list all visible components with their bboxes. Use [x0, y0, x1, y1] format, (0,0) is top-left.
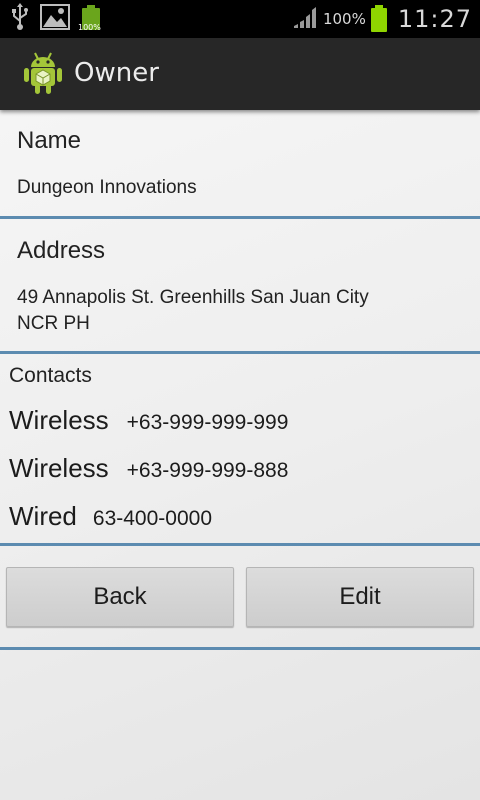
back-button[interactable]: Back — [6, 567, 234, 627]
name-heading: Name — [17, 127, 82, 154]
notification-icons: 100% — [10, 3, 102, 35]
contact-number[interactable]: 63-400-0000 — [93, 507, 212, 531]
battery-icon — [370, 4, 387, 34]
signal-bars-icon — [292, 4, 318, 34]
contact-number[interactable]: +63-999-999-999 — [127, 411, 289, 435]
address-value: 49 Annapolis St. Greenhills San Juan Cit… — [17, 285, 369, 337]
contact-row: Wireless +63-999-999-888 — [9, 453, 288, 484]
contact-type: Wireless — [9, 453, 109, 483]
battery-notification-icon: 100% — [78, 5, 102, 33]
usb-icon — [10, 3, 30, 35]
system-icons: 100% 11:27 — [292, 2, 472, 36]
clock: 11:27 — [397, 5, 472, 33]
contact-type: Wired — [9, 501, 77, 531]
battery-percent: 100% — [322, 10, 366, 28]
contact-type: Wireless — [9, 405, 109, 435]
contact-number[interactable]: +63-999-999-888 — [127, 459, 289, 483]
page-title: Owner — [74, 58, 159, 88]
image-icon — [40, 4, 70, 34]
small-battery-text: 100% — [78, 23, 101, 32]
android-robot-icon[interactable] — [22, 50, 64, 96]
divider — [0, 647, 480, 650]
name-value: Dungeon Innovations — [17, 177, 197, 198]
address-heading: Address — [17, 237, 106, 264]
action-bar: Owner — [0, 38, 480, 110]
address-line-1: 49 Annapolis St. Greenhills San Juan Cit… — [17, 287, 369, 308]
address-line-2: NCR PH — [17, 313, 90, 334]
contacts-heading: Contacts — [9, 364, 92, 387]
divider — [0, 543, 480, 546]
divider — [0, 351, 480, 354]
edit-button[interactable]: Edit — [246, 567, 474, 627]
contact-row: Wired 63-400-0000 — [9, 501, 212, 532]
contact-row: Wireless +63-999-999-999 — [9, 405, 288, 436]
divider — [0, 216, 480, 219]
status-bar: 100% 100% 11:27 — [0, 0, 480, 38]
